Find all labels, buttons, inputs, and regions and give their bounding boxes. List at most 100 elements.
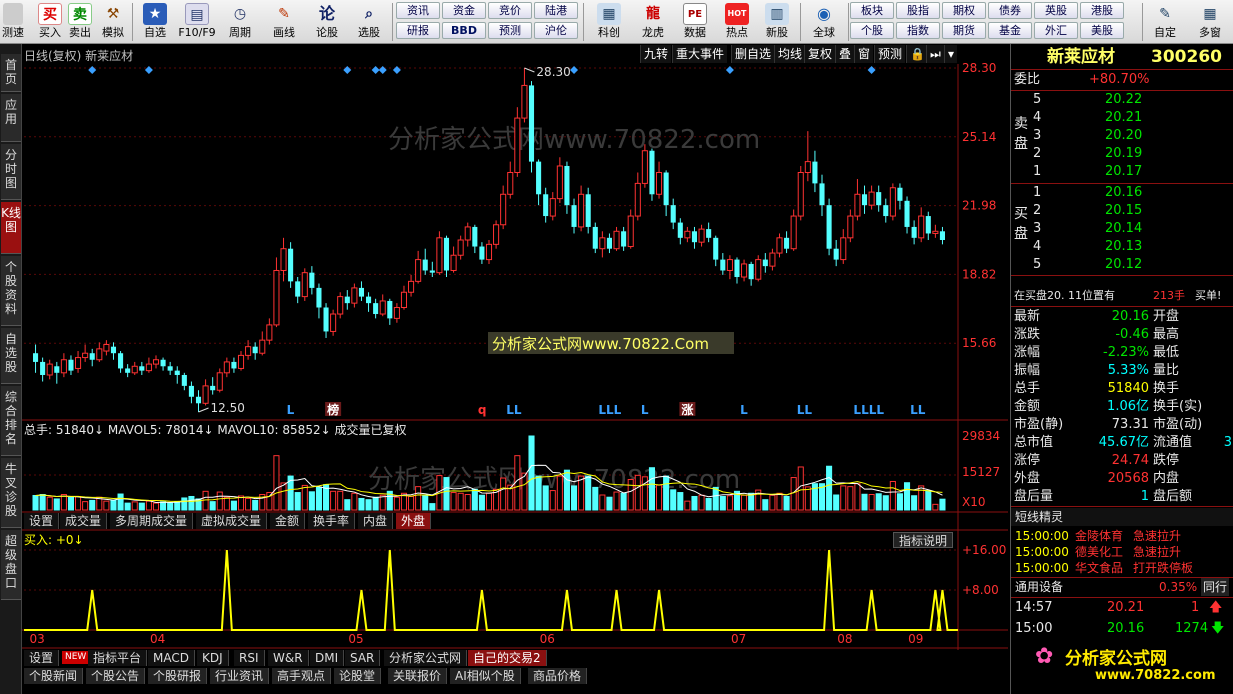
vtab-profile[interactable]: 个股资料 xyxy=(1,256,21,326)
menu-nine-turn[interactable]: 九转 xyxy=(640,45,672,63)
btab-industry[interactable]: 行业资讯 xyxy=(210,668,270,684)
ask-row-4[interactable]: 4 20.21 xyxy=(1011,109,1233,127)
bid-row-5[interactable]: 5 20.12 xyxy=(1011,256,1233,274)
pill-forex[interactable]: 外汇 xyxy=(1034,22,1078,39)
ind-tab-kdj[interactable]: KDJ xyxy=(197,650,229,666)
pill-hk-connect[interactable]: 陆港 xyxy=(534,2,578,19)
vol-tab-multi-period[interactable]: 多周期成交量 xyxy=(110,513,194,529)
multi-window-button[interactable]: ▦ 多窗 xyxy=(1190,2,1230,42)
ask-row-5[interactable]: 5 20.22 xyxy=(1011,91,1233,109)
kechuang-button[interactable]: ▦ 科创 xyxy=(590,2,628,42)
pill-news[interactable]: 资讯 xyxy=(396,2,440,19)
ind-tab-platform[interactable]: 指标平台 xyxy=(88,650,148,666)
bid-row-4[interactable]: 4 20.13 xyxy=(1011,238,1233,256)
ind-tab-macd[interactable]: MACD xyxy=(148,650,195,666)
menu-ma[interactable]: 均线 xyxy=(774,45,806,63)
bid-row-3[interactable]: 3 20.14 xyxy=(1011,220,1233,238)
vol-tab-virtual[interactable]: 虚拟成交量 xyxy=(196,513,268,529)
select-stock-button[interactable]: ⌕ 选股 xyxy=(350,2,388,42)
pill-us-stocks[interactable]: 美股 xyxy=(1080,22,1124,39)
watchlist-button[interactable]: ★ 自选 xyxy=(138,2,172,42)
period-button[interactable]: ◷ 周期 xyxy=(222,2,258,42)
vtab-ranking[interactable]: 综合排名 xyxy=(1,386,21,456)
skip-icon[interactable]: ⏭ xyxy=(926,45,944,63)
pill-bonds[interactable]: 债券 xyxy=(988,2,1032,19)
lock-icon[interactable]: 🔒 xyxy=(906,45,928,63)
kline-chart-area[interactable]: 分析家公式网www.70822.com 分析家公式网www.70822.com … xyxy=(22,44,1008,650)
vtab-diagnosis[interactable]: 牛叉诊股 xyxy=(1,458,21,528)
peer-button[interactable]: 同行 xyxy=(1201,578,1230,596)
menu-predict[interactable]: 预测 xyxy=(874,45,906,63)
menu-overlay[interactable]: 叠 xyxy=(835,45,855,63)
hot-button[interactable]: HOT 热点 xyxy=(718,2,756,42)
pill-individual[interactable]: 个股 xyxy=(850,22,894,39)
speed-button[interactable]: 测速 xyxy=(0,2,26,42)
simulate-button[interactable]: ⚒ 模拟 xyxy=(98,2,128,42)
pill-funds[interactable]: 资金 xyxy=(442,2,486,19)
btab-news[interactable]: 个股新闻 xyxy=(24,668,84,684)
pill-index[interactable]: 指数 xyxy=(896,22,940,39)
ind-tab-rsi[interactable]: RSI xyxy=(234,650,265,666)
vtab-kline[interactable]: K线图 xyxy=(1,202,21,254)
vol-tab-turnover[interactable]: 换手率 xyxy=(308,513,356,529)
vtab-apps[interactable]: 应用 xyxy=(1,94,21,142)
pill-stock-index[interactable]: 股指 xyxy=(896,2,940,19)
custom-button[interactable]: ✎ 自定 xyxy=(1146,2,1184,42)
ind-tab-wr[interactable]: W&R xyxy=(268,650,309,666)
pill-research[interactable]: 研报 xyxy=(396,22,440,39)
menu-remove-watchlist[interactable]: 删自选 xyxy=(731,45,775,63)
vol-tab-inner[interactable]: 内盘 xyxy=(358,513,394,529)
short-line-item[interactable]: 15:00:00 华文食品 打开跌停板 xyxy=(1011,559,1233,577)
ind-tab-dmi[interactable]: DMI xyxy=(310,650,345,666)
menu-adjust[interactable]: 复权 xyxy=(804,45,836,63)
bid-row-2[interactable]: 2 20.15 xyxy=(1011,202,1233,220)
sell-button[interactable]: 卖 卖出 xyxy=(66,2,94,42)
draw-line-button[interactable]: ✎ 画线 xyxy=(266,2,302,42)
vol-tab-volume[interactable]: 成交量 xyxy=(60,513,108,529)
ind-tab-my-trade[interactable]: 自己的交易2 xyxy=(468,650,547,666)
vtab-watchlist[interactable]: 自选股 xyxy=(1,328,21,384)
pill-uk-stocks[interactable]: 英股 xyxy=(1034,2,1078,19)
vol-tab-settings[interactable]: 设置 xyxy=(24,513,60,529)
data-button[interactable]: PE 数据 xyxy=(676,2,714,42)
btab-ai-similar[interactable]: AI相似个股 xyxy=(450,668,521,684)
menu-major-events[interactable]: 重大事件 xyxy=(672,45,728,63)
btab-related[interactable]: 关联报价 xyxy=(388,668,448,684)
btab-expert[interactable]: 高手观点 xyxy=(272,668,332,684)
pill-shanghai-london[interactable]: 沪伦 xyxy=(534,22,578,39)
vtab-super-quote[interactable]: 超级盘口 xyxy=(1,530,21,600)
ind-tab-settings[interactable]: 设置 xyxy=(24,650,60,666)
global-button[interactable]: ◉ 全球 xyxy=(804,2,844,42)
ask-row-1[interactable]: 1 20.17 xyxy=(1011,163,1233,181)
pill-sector[interactable]: 板块 xyxy=(850,2,894,19)
vtab-timeshare[interactable]: 分时图 xyxy=(1,144,21,200)
vtab-home[interactable]: 首页 xyxy=(1,54,21,92)
dragon-tiger-button[interactable]: 龍 龙虎 xyxy=(634,2,672,42)
pill-auction[interactable]: 竞价 xyxy=(488,2,532,19)
vol-tab-outer[interactable]: 外盘 xyxy=(396,513,432,529)
vol-tab-amount[interactable]: 金额 xyxy=(270,513,306,529)
ask-row-3[interactable]: 3 20.20 xyxy=(1011,127,1233,145)
f10-button[interactable]: ▤ F10/F9 xyxy=(176,2,218,42)
forum-button[interactable]: 论 论股 xyxy=(310,2,344,42)
pill-fund[interactable]: 基金 xyxy=(988,22,1032,39)
chart-svg[interactable]: 分析家公式网www.70822.com 分析家公式网www.70822.com … xyxy=(22,44,1008,650)
chevron-down-icon[interactable]: ▾ xyxy=(944,45,958,63)
btab-research[interactable]: 个股研报 xyxy=(148,668,208,684)
ind-tab-sar[interactable]: SAR xyxy=(345,650,381,666)
pill-hk-stocks[interactable]: 港股 xyxy=(1080,2,1124,19)
btab-commodity[interactable]: 商品价格 xyxy=(528,668,588,684)
pill-futures[interactable]: 期货 xyxy=(942,22,986,39)
ind-tab-formula-site[interactable]: 分析家公式网 xyxy=(384,650,468,666)
pill-options[interactable]: 期权 xyxy=(942,2,986,19)
indicator-help-button[interactable]: 指标说明 xyxy=(893,532,954,548)
pill-forecast[interactable]: 预测 xyxy=(488,22,532,39)
new-stock-button[interactable]: ▥ 新股 xyxy=(758,2,796,42)
btab-forum[interactable]: 论股堂 xyxy=(334,668,382,684)
pill-bbd[interactable]: BBD xyxy=(442,22,486,39)
menu-window[interactable]: 窗 xyxy=(854,45,874,63)
ask-row-2[interactable]: 2 20.19 xyxy=(1011,145,1233,163)
btab-announcement[interactable]: 个股公告 xyxy=(86,668,146,684)
buy-button[interactable]: 买 买入 xyxy=(36,2,64,42)
bid-row-1[interactable]: 1 20.16 xyxy=(1011,184,1233,202)
